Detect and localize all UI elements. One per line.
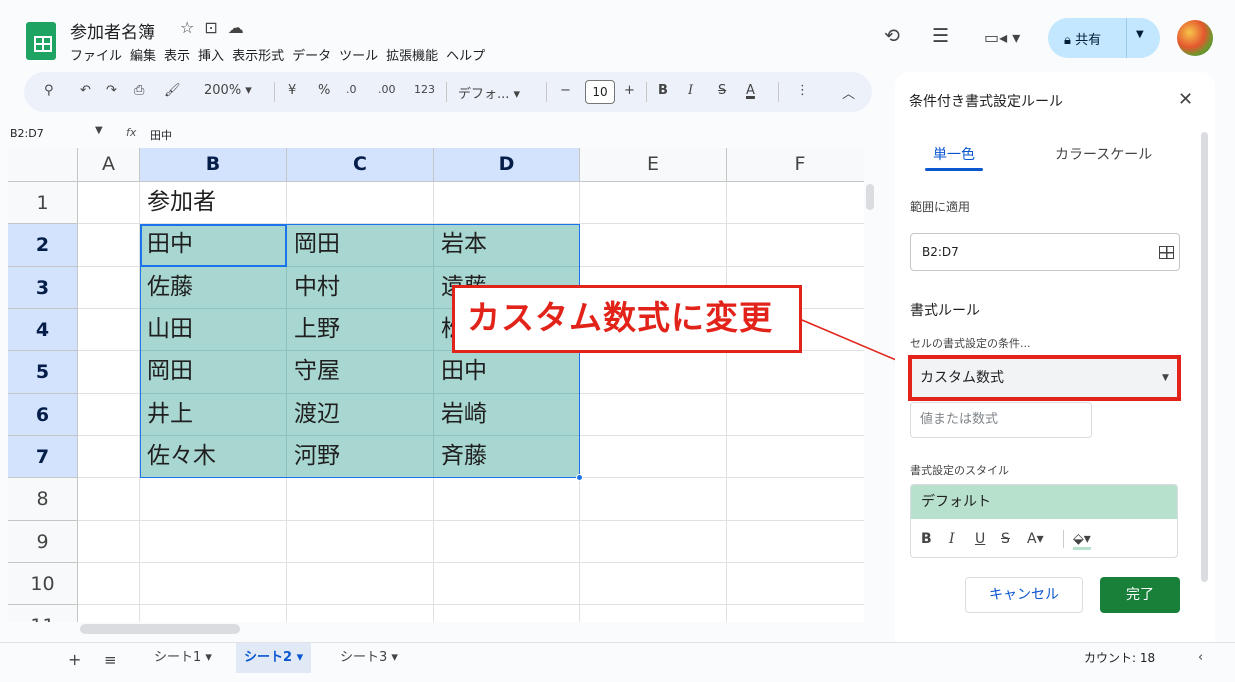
chevron-left-icon[interactable]: ‹ [1190, 643, 1211, 673]
cancel-button[interactable]: キャンセル [965, 577, 1083, 613]
text-color-icon[interactable]: A▾ [1027, 531, 1044, 547]
chevron-down-icon: ▼ [1162, 373, 1169, 383]
active-tab-indicator [925, 168, 983, 171]
tab-color-scale[interactable]: カラースケール [1055, 144, 1152, 164]
sheet-tab-2[interactable]: シート2 ▾ [236, 643, 312, 673]
strikethrough-icon[interactable]: S [1001, 531, 1010, 547]
format-style-box: デフォルト B I U S A▾ ⬙▾ [910, 484, 1178, 558]
close-icon[interactable]: ✕ [1178, 89, 1193, 110]
panel-title: 条件付き書式設定ルール [909, 94, 1063, 110]
sheets-app: 参加者名簿 ☆⊡☁ ファイル 編集 表示 挿入 表示形式 データ ツール 拡張機… [0, 0, 1235, 682]
fill-color-icon[interactable]: ⬙▾ [1073, 531, 1091, 550]
tab-single-color[interactable]: 単一色 [933, 144, 975, 164]
condition-value: カスタム数式 [920, 370, 1004, 386]
sheet-tab-3[interactable]: シート3 ▾ [332, 643, 406, 673]
add-sheet-icon[interactable]: + [60, 645, 89, 675]
condition-select[interactable]: カスタム数式 ▼ [908, 355, 1181, 401]
all-sheets-icon[interactable]: ≡ [96, 645, 125, 675]
value-or-formula-input[interactable]: 値または数式 [910, 402, 1092, 438]
conditional-format-panel: 条件付き書式設定ルール ✕ 単一色 カラースケール 範囲に適用 B2:D7 書式… [895, 72, 1215, 642]
select-range-icon[interactable] [1159, 246, 1174, 259]
apply-range-input[interactable]: B2:D7 [910, 233, 1180, 271]
panel-scrollbar[interactable] [1201, 132, 1208, 582]
apply-range-value: B2:D7 [922, 245, 959, 259]
done-button[interactable]: 完了 [1100, 577, 1180, 613]
style-divider [1063, 530, 1064, 548]
condition-label: セルの書式設定の条件... [910, 337, 1031, 350]
sheet-tabs-bar: + ≡ シート1 ▾ シート2 ▾ シート3 ▾ カウント: 18 ‹ [0, 642, 1235, 682]
style-preview[interactable]: デフォルト [911, 485, 1177, 519]
annotation-callout: カスタム数式に変更 [452, 285, 802, 353]
status-count[interactable]: カウント: 18 [1076, 643, 1163, 673]
italic-icon[interactable]: I [949, 531, 955, 547]
bold-icon[interactable]: B [921, 531, 932, 547]
style-label: 書式設定のスタイル [910, 464, 1009, 477]
sheet-tab-1[interactable]: シート1 ▾ [146, 643, 220, 673]
underline-icon[interactable]: U [975, 531, 985, 547]
apply-range-label: 範囲に適用 [910, 200, 971, 214]
style-toolbar: B I U S A▾ ⬙▾ [911, 519, 1177, 557]
format-rules-label: 書式ルール [910, 303, 980, 319]
